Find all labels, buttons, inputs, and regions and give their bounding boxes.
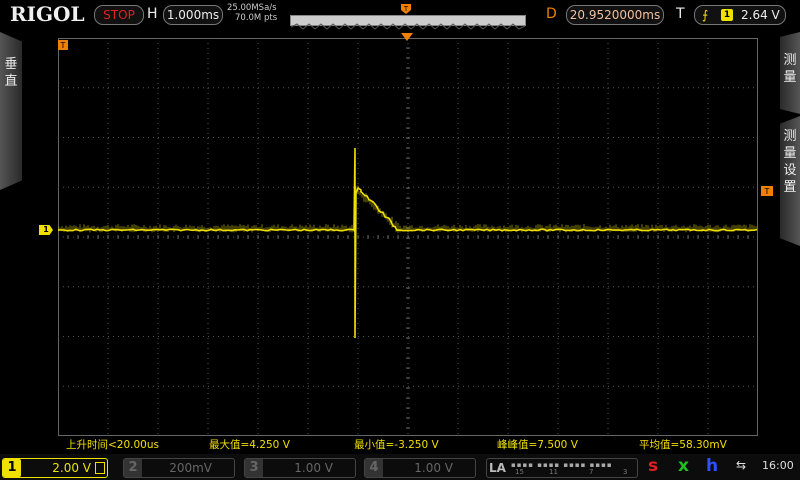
trigger-label: T — [676, 6, 685, 22]
delay-value[interactable]: 20.9520000ms — [566, 5, 664, 25]
sample-info: 25.00MSa/s 70.0M pts — [227, 3, 277, 23]
trigger-time-marker: T — [58, 40, 68, 50]
trigger-level-marker-label: T — [764, 187, 770, 196]
channel3-scale: 1.00 V — [294, 461, 333, 475]
trigger-level-marker[interactable]: T — [761, 186, 773, 196]
horizontal-label: H — [147, 6, 158, 22]
memory-position-bar[interactable] — [290, 15, 526, 30]
channel4-number: 4 — [365, 459, 383, 477]
logic-analyzer-box[interactable]: LA ▪▪▪▪ ▪▪▪▪ ▪▪▪▪ ▪▪▪▪ 15 11 7 3 — [486, 458, 638, 478]
channel3-box[interactable]: 3 1.00 V — [244, 458, 356, 478]
vertical-menu-label: 垂直 — [4, 57, 18, 89]
top-status-bar: RIGOL STOP H 1.000ms 25.00MSa/s 70.0M pt… — [0, 0, 800, 30]
trigger-level: 2.64 V — [741, 8, 780, 22]
svg-text:T: T — [403, 5, 409, 13]
measure-min[interactable]: 最小值=-3.250 V — [354, 437, 439, 452]
status-x: x — [678, 456, 689, 476]
memory-waveform-preview — [290, 23, 526, 30]
waveform-display[interactable] — [58, 38, 758, 436]
la-label: LA — [489, 461, 506, 475]
channel4-scale: 1.00 V — [414, 461, 453, 475]
measure-max[interactable]: 最大值=4.250 V — [209, 437, 290, 452]
channel1-number: 1 — [3, 459, 21, 477]
rigol-logo: RIGOL — [10, 2, 85, 26]
coupling-icon — [95, 462, 105, 474]
memory-depth: 70.0M pts — [235, 13, 278, 23]
channel2-scale: 200mV — [169, 461, 212, 475]
measure-menu-tab[interactable]: 测量 — [780, 32, 800, 114]
trigger-settings[interactable]: ⨍ 1 2.64 V — [694, 5, 786, 25]
usb-icon: ⇆ — [736, 458, 747, 472]
run-stop-status[interactable]: STOP — [94, 5, 144, 25]
channel4-box[interactable]: 4 1.00 V — [364, 458, 476, 478]
channel-status-bar: 1 2.00 V 2 200mV 3 1.00 V 4 1.00 V LA ▪▪… — [0, 454, 800, 480]
measure-rise-time[interactable]: 上升时间<20.00us — [66, 437, 159, 452]
la-num-3: 3 — [623, 468, 628, 476]
channel1-offset-marker[interactable]: 1 — [39, 225, 53, 235]
measure-average[interactable]: 平均值=58.30mV — [639, 437, 727, 452]
trigger-position-marker[interactable] — [401, 33, 413, 41]
channel3-number: 3 — [245, 459, 263, 477]
status-h: h — [706, 456, 719, 476]
trigger-time-marker-label: T — [60, 41, 66, 50]
timebase-value[interactable]: 1.000ms — [163, 5, 223, 25]
channel1-waveform — [58, 147, 758, 339]
memory-trigger-marker: T — [401, 4, 411, 14]
delay-label: D — [546, 6, 557, 22]
status-s: s — [648, 456, 659, 476]
channel2-box[interactable]: 2 200mV — [123, 458, 235, 478]
la-num-11: 11 — [549, 468, 558, 476]
channel1-box[interactable]: 1 2.00 V — [2, 458, 108, 478]
vertical-menu-tab[interactable]: 垂直 — [0, 32, 22, 190]
measure-settings-tab[interactable]: 测量设置 — [780, 116, 800, 246]
measure-settings-label: 测量设置 — [783, 129, 797, 195]
la-num-7: 7 — [589, 468, 594, 476]
channel1-scale: 2.00 V — [52, 461, 91, 475]
trigger-source: 1 — [721, 9, 733, 21]
rising-edge-icon: ⨍ — [702, 8, 709, 22]
measure-peak-to-peak[interactable]: 峰峰值=7.500 V — [497, 437, 578, 452]
channel2-number: 2 — [124, 459, 142, 477]
la-num-15: 15 — [515, 468, 524, 476]
sample-rate: 25.00MSa/s — [227, 3, 277, 13]
clock: 16:00 — [762, 459, 794, 472]
la-channel-dots: ▪▪▪▪ ▪▪▪▪ ▪▪▪▪ ▪▪▪▪ — [511, 461, 613, 469]
measure-menu-label: 测量 — [783, 53, 797, 85]
